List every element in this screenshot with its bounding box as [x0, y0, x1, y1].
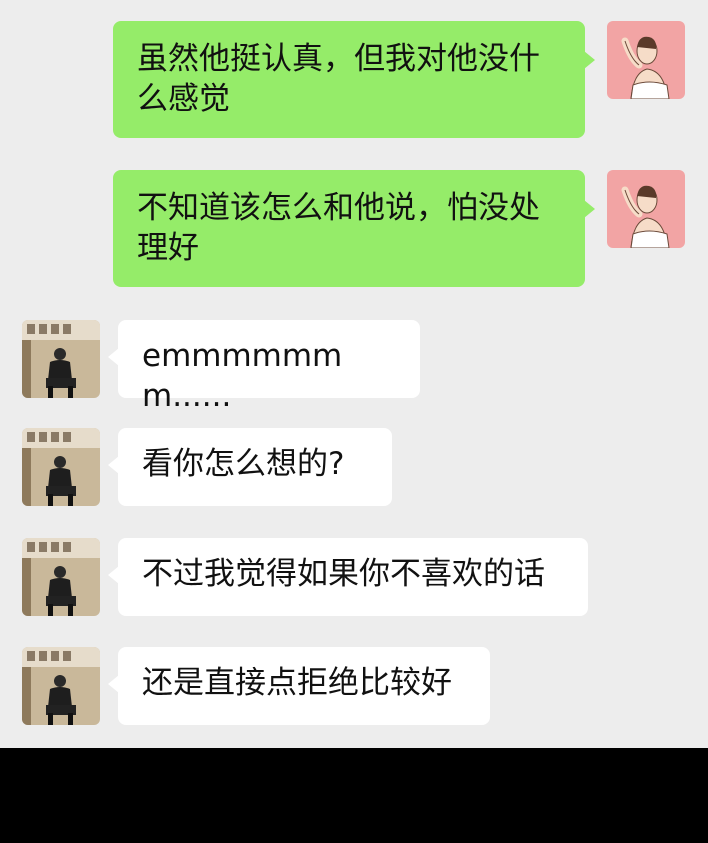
man-sitting-photo-icon	[22, 647, 100, 725]
contact-avatar[interactable]	[22, 538, 100, 616]
message-text: emmmmmmm......	[142, 338, 343, 414]
message-text: 虽然他挺认真，但我对他没什么感觉	[137, 41, 540, 117]
message-text: 看你怎么想的?	[142, 446, 345, 482]
bottom-black-bar	[0, 748, 708, 843]
received-message-bubble[interactable]: 还是直接点拒绝比较好	[108, 647, 490, 725]
sender-avatar[interactable]	[607, 21, 685, 99]
sender-avatar[interactable]	[607, 170, 685, 248]
contact-avatar[interactable]	[22, 320, 100, 398]
man-sitting-photo-icon	[22, 538, 100, 616]
contact-avatar[interactable]	[22, 428, 100, 506]
chat-message-list[interactable]: 虽然他挺认真，但我对他没什么感觉 不知道该怎么和他说，怕没处理好 emmmmmm…	[0, 0, 708, 748]
man-sitting-photo-icon	[22, 320, 100, 398]
contact-avatar[interactable]	[22, 647, 100, 725]
man-sitting-photo-icon	[22, 428, 100, 506]
message-text: 还是直接点拒绝比较好	[142, 665, 452, 701]
received-message-bubble[interactable]: 不过我觉得如果你不喜欢的话	[108, 538, 588, 616]
message-text: 不过我觉得如果你不喜欢的话	[142, 556, 545, 592]
sent-message-bubble[interactable]: 虽然他挺认真，但我对他没什么感觉	[113, 21, 595, 138]
woman-illustration-icon	[607, 21, 685, 99]
woman-illustration-icon	[607, 170, 685, 248]
received-message-bubble[interactable]: emmmmmmm......	[108, 320, 420, 414]
message-text: 不知道该怎么和他说，怕没处理好	[137, 190, 540, 266]
sent-message-bubble[interactable]: 不知道该怎么和他说，怕没处理好	[113, 170, 595, 287]
received-message-bubble[interactable]: 看你怎么想的?	[108, 428, 392, 506]
